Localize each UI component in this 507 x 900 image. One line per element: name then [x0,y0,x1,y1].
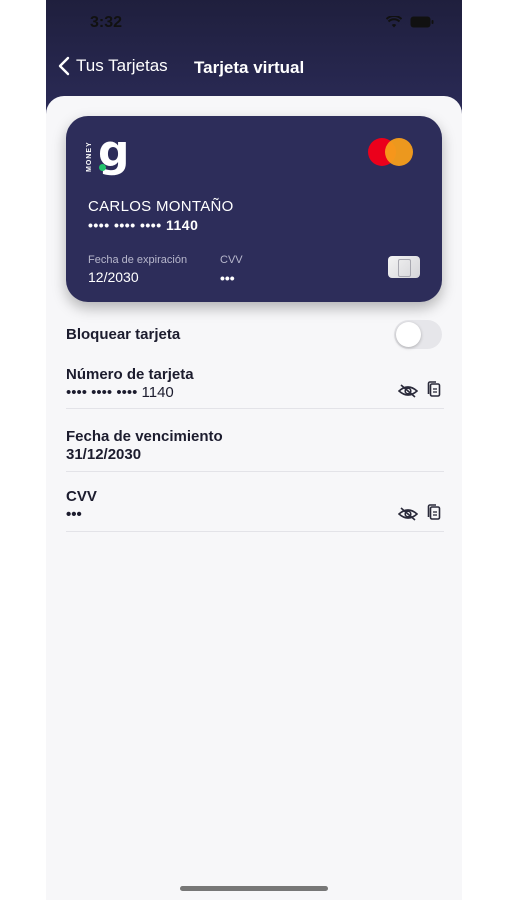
eye-slash-icon[interactable] [397,506,419,524]
expiry-value: 31/12/2030 [66,446,142,463]
toggle-knob [396,322,421,347]
block-card-toggle[interactable] [394,320,442,349]
back-button[interactable]: Tus Tarjetas [58,56,168,76]
phone-screen: 3:32 Tus Tarjetas Tarjeta virtual MONEY … [46,0,462,900]
chevron-left-icon [58,56,70,76]
divider [66,471,444,472]
card-cvv-value: ••• [220,270,235,286]
cvv-label: CVV [66,488,97,505]
divider [66,531,444,532]
block-card-label: Bloquear tarjeta [66,326,181,343]
cvv-value: ••• [66,506,82,523]
battery-icon [410,16,434,28]
status-bar: 3:32 [46,12,462,36]
card-number-masked: •••• •••• •••• 1140 [88,217,199,233]
wifi-icon [386,16,402,28]
card-expiration-value: 12/2030 [88,269,139,285]
card-expiration-label: Fecha de expiración [88,254,188,266]
page-title: Tarjeta virtual [194,58,305,77]
card-cvv-label: CVV [220,254,243,266]
navigation-bar: Tus Tarjetas Tarjeta virtual [46,52,462,84]
card-number-value: •••• •••• •••• 1140 [66,384,174,401]
card-number-label: Número de tarjeta [66,366,194,383]
brand-logo: MONEY g [86,126,146,178]
status-icons [386,16,434,28]
virtual-card: MONEY g CARLOS MONTAÑO •••• •••• •••• 11… [66,116,442,302]
copy-icon[interactable] [426,504,446,522]
eye-slash-icon[interactable] [397,383,419,401]
home-indicator[interactable] [180,886,328,891]
card-holder-name: CARLOS MONTAÑO [88,198,234,215]
brand-logo-small-text: MONEY [86,141,93,172]
status-time: 3:32 [90,14,123,31]
back-label: Tus Tarjetas [76,56,168,75]
chip-icon [388,256,420,278]
expiry-label: Fecha de vencimiento [66,428,223,445]
brand-logo-dot [99,164,106,171]
copy-icon[interactable] [426,381,446,399]
divider [66,408,444,409]
mastercard-icon [368,138,416,168]
